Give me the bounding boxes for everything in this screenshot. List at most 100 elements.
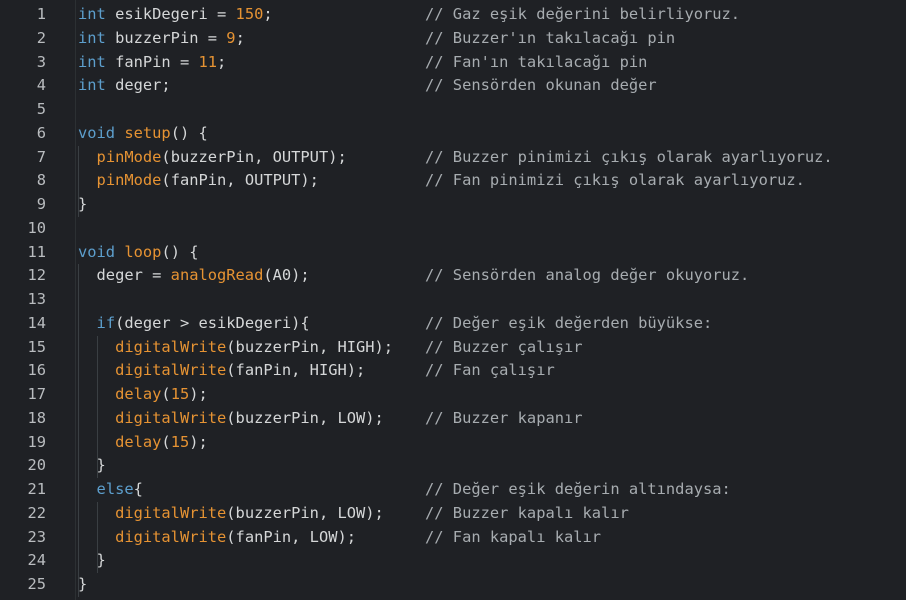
code-token: delay	[115, 432, 162, 451]
code-comment: // Gaz eşik değerini belirliyoruz.	[425, 5, 741, 23]
code-token: buzzerPin =	[105, 28, 227, 47]
code-comment: // Buzzer çalışır	[425, 337, 583, 356]
code-token: (buzzerPin, HIGH);	[226, 337, 394, 356]
code-token: int	[78, 28, 106, 47]
code-token: void	[78, 123, 116, 142]
code-token: }	[78, 195, 88, 213]
code-token: setup	[124, 123, 171, 142]
line-number: 10	[27, 218, 46, 237]
code-line[interactable]: 21 else{// Değer eşik değerin altındaysa…	[0, 478, 906, 502]
code-comment: // Fan'ın takılacağı pin	[425, 52, 648, 71]
code-token: 150	[235, 5, 264, 23]
code-line[interactable]: 3 int fanPin = 11; // Fan'ın takılacağı pi…	[0, 51, 906, 75]
line-number: 15	[27, 337, 46, 356]
code-comment: // Sensörden analog değer okuyoruz.	[425, 266, 750, 285]
code-text: deger = analogRead(A0);	[78, 264, 310, 288]
code-comment: // Sensörden okunan değer	[425, 76, 657, 95]
code-line[interactable]: 14 if(deger > esikDegeri){// Değer eşik …	[0, 312, 906, 336]
code-line[interactable]: 2 int buzzerPin = 9; // Buzzer'ın takılaca…	[0, 27, 906, 51]
code-text: void loop() {	[78, 241, 199, 265]
line-number: 9	[36, 195, 46, 213]
code-token: digitalWrite	[115, 503, 227, 522]
code-line[interactable]: 22 digitalWrite(buzzerPin, LOW); // Buzze…	[0, 502, 906, 526]
code-line[interactable]: 23 digitalWrite(fanPin, LOW); // Fan kapa…	[0, 526, 906, 550]
line-number: 11	[27, 242, 46, 261]
code-token: (buzzerPin, LOW);	[226, 408, 384, 427]
code-token: }	[78, 575, 88, 593]
code-line[interactable]: 17 delay(15);	[0, 383, 906, 407]
line-number: 16	[27, 361, 46, 380]
line-number: 8	[36, 171, 46, 190]
code-token: (deger > esikDegeri){	[115, 313, 310, 332]
code-token: (buzzerPin, LOW);	[226, 503, 384, 522]
line-number: 25	[27, 575, 46, 593]
code-comment: // Buzzer kapanır	[425, 408, 583, 427]
code-line[interactable]: 18 digitalWrite(buzzerPin, LOW); // Buzze…	[0, 407, 906, 431]
line-number: 6	[36, 123, 46, 142]
code-editor[interactable]: 1 int esikDegeri = 150; // Gaz eşik değeri…	[0, 0, 906, 600]
code-text: digitalWrite(buzzerPin, LOW);	[78, 407, 384, 431]
line-number: 19	[27, 432, 46, 451]
line-number: 24	[27, 551, 46, 570]
line-number: 17	[27, 385, 46, 403]
code-line[interactable]: 19 delay(15);	[0, 431, 906, 455]
code-token: (	[161, 432, 171, 451]
code-token: 15	[170, 385, 190, 403]
code-token: (fanPin, LOW);	[226, 527, 357, 546]
code-token: (fanPin, HIGH);	[226, 361, 366, 380]
code-comment: // Değer eşik değerden büyükse:	[425, 313, 713, 332]
code-token: digitalWrite	[115, 408, 227, 427]
code-token: 11	[198, 52, 218, 71]
code-text: int fanPin = 11;	[78, 51, 226, 75]
code-line[interactable]: 25}	[0, 573, 906, 597]
code-line[interactable]: 1 int esikDegeri = 150; // Gaz eşik değeri…	[0, 3, 906, 27]
code-line[interactable]: 4 int deger; // Sensörden okunan değer	[0, 74, 906, 98]
code-text: digitalWrite(fanPin, LOW);	[78, 526, 356, 550]
line-number: 3	[36, 52, 46, 71]
code-line[interactable]: 10	[0, 217, 906, 241]
code-token: ;	[217, 52, 227, 71]
code-line[interactable]: 12 deger = analogRead(A0); // Sensörden a…	[0, 264, 906, 288]
code-line[interactable]: 9}	[0, 193, 906, 217]
line-number: 21	[27, 480, 46, 498]
code-line[interactable]: 20 }	[0, 454, 906, 478]
code-line[interactable]: 7 pinMode(buzzerPin, OUTPUT); // Buzzer p…	[0, 146, 906, 170]
code-line[interactable]: 6 void setup() {	[0, 122, 906, 146]
code-text: int deger;	[78, 74, 171, 98]
code-token: digitalWrite	[115, 527, 227, 546]
code-line[interactable]: 5	[0, 98, 906, 122]
code-text: }	[78, 549, 106, 573]
code-text: delay(15);	[78, 431, 208, 455]
line-number: 5	[36, 100, 46, 118]
code-token: (	[161, 385, 171, 403]
code-line[interactable]: 13	[0, 288, 906, 312]
code-comment: // Buzzer'ın takılacağı pin	[425, 28, 676, 47]
line-number: 12	[27, 266, 46, 285]
code-token: 15	[170, 432, 190, 451]
code-line[interactable]: 11 void loop() {	[0, 241, 906, 265]
code-token: () {	[161, 242, 199, 261]
code-token: loop	[124, 242, 162, 261]
code-line[interactable]: 16 digitalWrite(fanPin, HIGH); // Fan çal…	[0, 359, 906, 383]
line-number: 4	[36, 76, 46, 95]
code-token: }	[78, 551, 106, 570]
code-line[interactable]: 8 pinMode(fanPin, OUTPUT); // Fan pinimiz…	[0, 169, 906, 193]
code-token: int	[78, 76, 106, 95]
code-token: int	[78, 5, 106, 23]
code-text: void setup() {	[78, 122, 208, 146]
code-line[interactable]: 15 digitalWrite(buzzerPin, HIGH); // Buzz…	[0, 336, 906, 360]
line-number: 7	[36, 147, 46, 166]
code-line[interactable]: 24 }	[0, 549, 906, 573]
code-token: digitalWrite	[115, 361, 227, 380]
code-token: () {	[170, 123, 208, 142]
code-token: esikDegeri =	[105, 5, 236, 23]
code-token: digitalWrite	[115, 337, 227, 356]
code-token: {	[133, 480, 143, 498]
code-token: (fanPin, OUTPUT);	[161, 171, 319, 190]
